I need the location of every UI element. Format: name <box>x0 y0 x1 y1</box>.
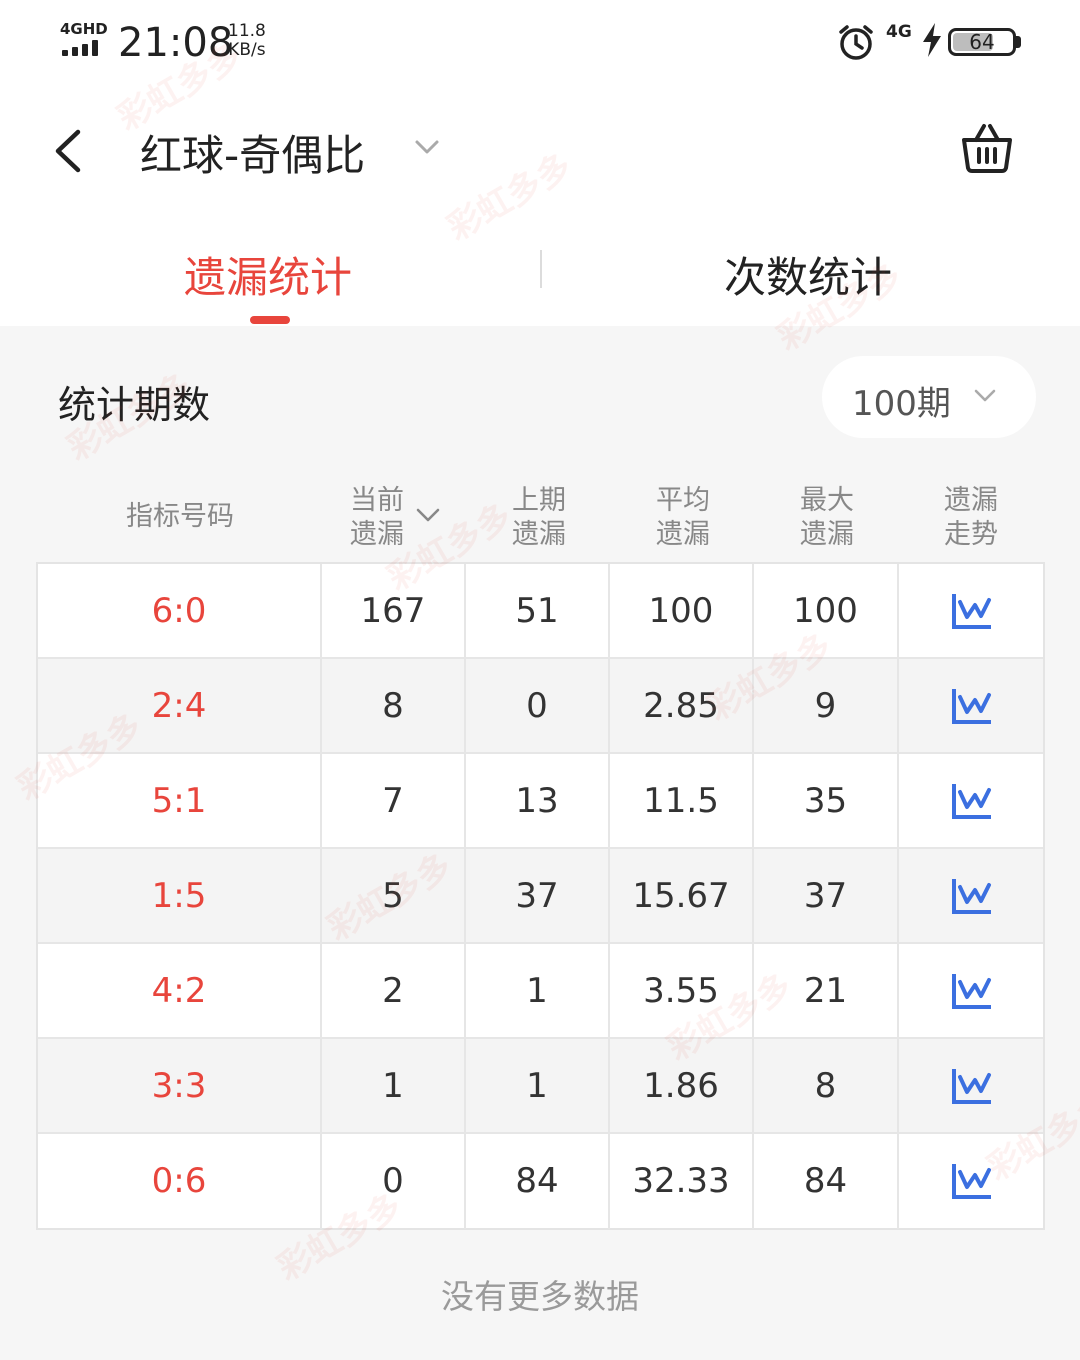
cell-code: 5:1 <box>38 754 322 849</box>
chevron-down-icon[interactable] <box>412 132 442 162</box>
no-more-data-text: 没有更多数据 <box>441 1277 639 1316</box>
cell-max-miss: 8 <box>754 1039 899 1134</box>
table-row: 6:0 167 51 100 100 <box>38 564 1043 659</box>
battery-cap <box>1016 36 1021 48</box>
cell-max-miss: 100 <box>754 564 899 659</box>
cell-avg-miss: 1.86 <box>610 1039 754 1134</box>
period-value: 100期 <box>852 384 951 424</box>
speed-value: 11.8 <box>228 21 266 41</box>
cell-avg-miss: 100 <box>610 564 754 659</box>
cell-code: 2:4 <box>38 659 322 754</box>
cell-trend[interactable] <box>899 944 1043 1039</box>
cell-last-miss: 1 <box>466 944 610 1039</box>
status-time: 21:08 <box>118 20 234 66</box>
cell-max-miss: 84 <box>754 1134 899 1229</box>
miss-stats-table: 6:0 167 51 100 100 2:4 8 0 2.85 9 5:1 7 … <box>36 562 1045 1230</box>
charging-icon <box>923 23 941 57</box>
nav-bar: 红球-奇偶比 <box>0 90 1080 210</box>
battery-icon: 64 <box>948 28 1016 56</box>
cell-code: 0:6 <box>38 1134 322 1229</box>
cell-avg-miss: 32.33 <box>610 1134 754 1229</box>
cell-max-miss: 21 <box>754 944 899 1039</box>
cell-trend[interactable] <box>899 754 1043 849</box>
cell-trend[interactable] <box>899 659 1043 754</box>
cell-max-miss: 37 <box>754 849 899 944</box>
header-current-miss[interactable]: 当前 遗漏 <box>334 484 420 552</box>
trend-chart-icon[interactable] <box>951 782 993 820</box>
table-row: 3:3 1 1 1.86 8 <box>38 1039 1043 1134</box>
alarm-icon <box>839 25 873 60</box>
basket-icon[interactable] <box>960 122 1014 174</box>
tab-count-stats[interactable]: 次数统计 <box>724 244 892 305</box>
cell-avg-miss: 3.55 <box>610 944 754 1039</box>
table-row: 4:2 2 1 3.55 21 <box>38 944 1043 1039</box>
table-row: 1:5 5 37 15.67 37 <box>38 849 1043 944</box>
network-type: 4GHD <box>60 20 108 38</box>
cell-current-miss: 0 <box>322 1134 466 1229</box>
cell-last-miss: 51 <box>466 564 610 659</box>
trend-chart-icon[interactable] <box>951 687 993 725</box>
table-row: 0:6 0 84 32.33 84 <box>38 1134 1043 1229</box>
table-row: 5:1 7 13 11.5 35 <box>38 754 1043 849</box>
cell-last-miss: 84 <box>466 1134 610 1229</box>
cell-code: 1:5 <box>38 849 322 944</box>
trend-chart-icon[interactable] <box>951 1067 993 1105</box>
speed-unit: KB/s <box>228 40 266 60</box>
cell-trend[interactable] <box>899 1134 1043 1229</box>
cell-last-miss: 0 <box>466 659 610 754</box>
cell-trend[interactable] <box>899 564 1043 659</box>
table-row: 2:4 8 0 2.85 9 <box>38 659 1043 754</box>
cell-trend[interactable] <box>899 1039 1043 1134</box>
header-avg-miss: 平均 遗漏 <box>656 485 710 550</box>
tab-divider <box>540 250 542 288</box>
trend-chart-icon[interactable] <box>951 1162 993 1200</box>
cell-trend[interactable] <box>899 849 1043 944</box>
chevron-down-icon <box>974 389 996 402</box>
signal-icon <box>62 40 106 56</box>
cell-current-miss: 1 <box>322 1039 466 1134</box>
tab-bar: 遗漏统计 次数统计 <box>0 210 1080 326</box>
cell-last-miss: 1 <box>466 1039 610 1134</box>
period-select[interactable]: 100期 <box>822 356 1036 438</box>
header-code: 指标号码 <box>126 501 234 532</box>
cell-last-miss: 13 <box>466 754 610 849</box>
tab-miss-stats[interactable]: 遗漏统计 <box>184 244 352 305</box>
trend-chart-icon[interactable] <box>951 877 993 915</box>
network-speed: 11.8 KB/s <box>228 22 266 60</box>
header-last-miss: 上期 遗漏 <box>512 485 566 550</box>
cell-avg-miss: 15.67 <box>610 849 754 944</box>
cell-avg-miss: 11.5 <box>610 754 754 849</box>
trend-chart-icon[interactable] <box>951 972 993 1010</box>
chevron-left-icon[interactable] <box>48 128 88 174</box>
cell-last-miss: 37 <box>466 849 610 944</box>
cell-current-miss: 167 <box>322 564 466 659</box>
cell-code: 6:0 <box>38 564 322 659</box>
cell-current-miss: 8 <box>322 659 466 754</box>
page: 4GHD 21:08 11.8 KB/s 4G 64 红球-奇偶比 遗漏统计 次… <box>0 0 1080 1360</box>
cell-avg-miss: 2.85 <box>610 659 754 754</box>
period-label: 统计期数 <box>58 383 211 427</box>
header-max-miss: 最大 遗漏 <box>800 485 854 550</box>
page-title[interactable]: 红球-奇偶比 <box>140 122 365 183</box>
status-bar: 4GHD 21:08 11.8 KB/s 4G 64 <box>0 0 1080 90</box>
network-type-right: 4G <box>886 22 912 42</box>
cell-current-miss: 2 <box>322 944 466 1039</box>
cell-current-miss: 7 <box>322 754 466 849</box>
cell-max-miss: 9 <box>754 659 899 754</box>
cell-code: 3:3 <box>38 1039 322 1134</box>
cell-max-miss: 35 <box>754 754 899 849</box>
sort-chevron-icon[interactable] <box>414 506 442 526</box>
active-tab-indicator <box>250 316 290 324</box>
cell-current-miss: 5 <box>322 849 466 944</box>
battery-level: 64 <box>969 30 995 54</box>
header-miss-trend: 遗漏 走势 <box>944 485 998 550</box>
cell-code: 4:2 <box>38 944 322 1039</box>
trend-chart-icon[interactable] <box>951 592 993 630</box>
